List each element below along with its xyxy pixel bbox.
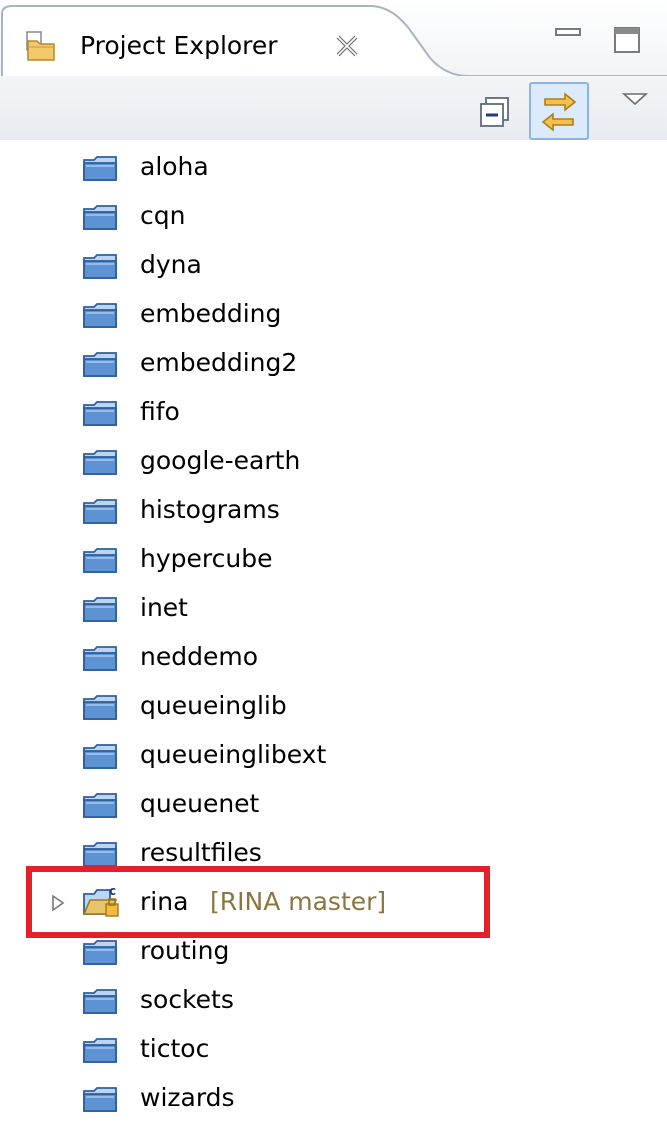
tree-row[interactable]: sockets [0,976,667,1025]
closed-project-icon [82,1084,118,1114]
expand-arrow-icon[interactable] [50,894,66,912]
tree-row[interactable]: cqn [0,192,667,241]
minimize-icon[interactable] [552,23,586,47]
open-git-project-icon: c [82,884,122,918]
link-with-editor-icon [541,92,577,132]
project-name: queuenet [140,789,260,818]
svg-text:c: c [109,884,116,898]
closed-project-icon [82,692,118,722]
project-name: histograms [140,495,280,524]
closed-project-icon [82,839,118,869]
project-name: tictoc [140,1034,210,1063]
tree-row[interactable]: aloha [0,143,667,192]
tree-row[interactable]: inet [0,584,667,633]
closed-project-icon [82,741,118,771]
chevron-down-icon[interactable] [621,91,649,107]
close-icon[interactable] [334,33,360,59]
project-tree[interactable]: aloha cqn dyna embedding embedding2 fifo googl… [0,140,667,1128]
closed-project-icon [82,349,118,379]
view-title[interactable]: Project Explorer [80,26,278,66]
tree-row[interactable]: embedding2 [0,339,667,388]
maximize-icon[interactable] [612,25,642,55]
collapse-all-icon[interactable] [478,95,512,129]
link-with-editor-button[interactable] [529,82,589,140]
git-branch-decoration: [RINA master] [210,887,387,916]
tree-row[interactable]: wizards [0,1074,667,1123]
closed-project-icon [82,398,118,428]
tree-row[interactable]: neddemo [0,633,667,682]
project-name: queueinglibext [140,740,327,769]
project-name: inet [140,593,188,622]
tree-row[interactable]: c rina [RINA master] [0,878,667,927]
closed-project-icon [82,251,118,281]
closed-project-icon [82,1035,118,1065]
project-name: neddemo [140,642,258,671]
project-name: fifo [140,397,180,426]
project-name: embedding [140,299,282,328]
closed-project-icon [82,496,118,526]
closed-project-icon [82,937,118,967]
project-name: rina [140,887,189,916]
tree-row[interactable]: embedding [0,290,667,339]
closed-project-icon [82,300,118,330]
tree-row[interactable]: dyna [0,241,667,290]
project-name: queueinglib [140,691,287,720]
project-name: sockets [140,985,234,1014]
closed-project-icon [82,153,118,183]
closed-project-icon [82,643,118,673]
tree-row[interactable]: fifo [0,388,667,437]
tree-row[interactable]: google-earth [0,437,667,486]
project-name: hypercube [140,544,273,573]
tree-row[interactable]: queueinglib [0,682,667,731]
tree-row[interactable]: queueinglibext [0,731,667,780]
closed-project-icon [82,986,118,1016]
tree-row[interactable]: tictoc [0,1025,667,1074]
project-name: dyna [140,250,202,279]
closed-project-icon [82,202,118,232]
project-name: cqn [140,201,186,230]
tree-row[interactable]: histograms [0,486,667,535]
project-name: embedding2 [140,348,298,377]
tree-row[interactable]: queuenet [0,780,667,829]
project-name: aloha [140,152,209,181]
tree-row[interactable]: hypercube [0,535,667,584]
closed-project-icon [82,594,118,624]
project-name: google-earth [140,446,301,475]
closed-project-icon [82,545,118,575]
project-explorer-icon [24,30,58,64]
view-tab-bar: Project Explorer [0,0,667,80]
closed-project-icon [82,447,118,477]
project-name: wizards [140,1083,235,1112]
closed-project-icon [82,790,118,820]
